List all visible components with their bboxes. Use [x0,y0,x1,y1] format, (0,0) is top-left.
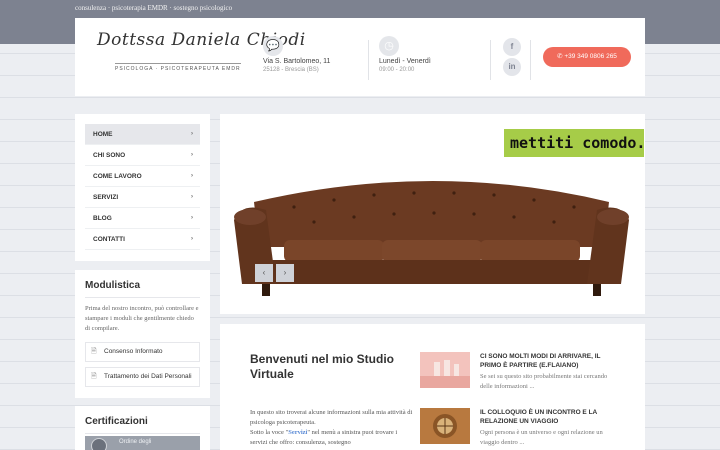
document-icon: 🗎 [91,373,97,380]
nav-item-home[interactable]: HOME › [85,124,200,145]
post-title: IL COLLOQUIO È UN INCONTRO E LA RELAZION… [480,409,597,425]
welcome-body: In questo sito troverai alcune informazi… [250,408,415,448]
card-title: Certificazioni [85,416,148,427]
ordine-badge[interactable]: Ordine degli [85,436,200,450]
chevron-right-icon: › [191,236,193,242]
nav-item-label: BLOG [93,215,112,222]
divider [368,40,369,80]
slide-tagline: mettiti comodo.. [504,129,645,157]
welcome-title: Benvenuti nel mio Studio Virtuale [250,352,395,381]
body-line: In questo sito troverai alcune informazi… [250,409,413,426]
address-city: 25128 - Brescia (BS) [263,67,319,73]
nav-item-contatti[interactable]: CONTATTI › [85,229,200,250]
chevron-right-icon: › [191,194,193,200]
post-thumbnail [420,352,470,388]
nav-item-chi-sono[interactable]: CHI SONO › [85,145,200,166]
nav-item-servizi[interactable]: SERVIZI › [85,187,200,208]
chevron-right-icon: › [191,131,193,137]
nav-item-come-lavoro[interactable]: COME LAVORO › [85,166,200,187]
nav-item-label: CHI SONO [93,152,126,159]
document-icon: 🗎 [91,348,97,355]
consenso-informato-link[interactable]: 🗎 Consenso Informato [85,342,200,362]
card-title: Modulistica [85,280,141,291]
divider [85,297,200,298]
hours-days: Lunedì - Venerdì [379,58,431,65]
slider-next-button[interactable]: › [276,264,294,282]
chevron-right-icon: › [191,215,193,221]
modulistica-card: Modulistica Prima del nostro incontro, p… [75,270,210,398]
divider [490,40,491,80]
phone-button[interactable]: ✆ +39 349 0806 265 [543,47,631,67]
phone-number: +39 349 0806 265 [564,53,617,60]
slider-prev-button[interactable]: ‹ [255,264,273,282]
divider [85,433,200,434]
sofa-image [234,181,629,296]
nav-item-blog[interactable]: BLOG › [85,208,200,229]
nav-item-label: CONTATTI [93,236,125,243]
trattamento-dati-link[interactable]: 🗎 Trattamento dei Dati Personali [85,367,200,387]
clock-icon: ◷ [379,36,399,56]
sidebar-nav: HOME › CHI SONO › COME LAVORO › SERVIZI … [75,114,210,261]
nav-item-label: HOME [93,131,113,138]
chevron-right-icon: › [191,152,193,158]
nav-item-label: COME LAVORO [93,173,142,180]
nav-item-label: SERVIZI [93,194,119,201]
blog-post[interactable]: IL COLLOQUIO È UN INCONTRO E LA RELAZION… [420,408,620,448]
site-logo[interactable]: Dottssa Daniela Chiodi PSICOLOGA · PSICO… [93,28,305,78]
chevron-right-icon: › [191,173,193,179]
address-street: Via S. Bartolomeo, 11 [263,58,331,65]
speech-bubble-icon: 💬 [263,36,283,56]
hours-time: 09:00 - 20:00 [379,67,415,73]
divider [530,40,531,80]
card-text: Prima del nostro incontro, può controlla… [85,305,199,332]
site-header: Dottssa Daniela Chiodi PSICOLOGA · PSICO… [75,18,645,96]
facebook-icon[interactable]: f [503,38,521,56]
linkedin-icon[interactable]: in [503,58,521,76]
logo-subtitle: PSICOLOGA · PSICOTERAPEUTA EMDR [115,63,241,72]
certificazioni-card: Certificazioni Ordine degli [75,406,210,450]
post-title: CI SONO MOLTI MODI DI ARRIVARE, IL PRIMO… [480,353,601,369]
site-tagline: consulenza · psicoterapia EMDR · sostegn… [75,4,233,12]
badge-label: Ordine degli [119,439,152,445]
post-excerpt: Se sei su questo sito probabilmente stai… [480,373,608,390]
ordine-logo-icon [91,438,107,450]
hours-block: ◷ Lunedì - Venerdì 09:00 - 20:00 [379,36,431,73]
body-line: Sotto la voce " [250,429,289,436]
blog-post[interactable]: CI SONO MOLTI MODI DI ARRIVARE, IL PRIMO… [420,352,620,392]
doc-label: Consenso Informato [104,348,163,355]
servizi-link[interactable]: Servizi [288,429,307,436]
post-excerpt: Ogni persona è un universo e ogni relazi… [480,429,603,446]
hero-slider: mettiti comodo.. ‹ › [220,114,645,314]
doc-label: Trattamento dei Dati Personali [104,373,192,380]
address-block: 💬 Via S. Bartolomeo, 11 25128 - Brescia … [263,36,330,73]
welcome-section: Benvenuti nel mio Studio Virtuale In que… [220,324,645,450]
post-thumbnail [420,408,470,444]
